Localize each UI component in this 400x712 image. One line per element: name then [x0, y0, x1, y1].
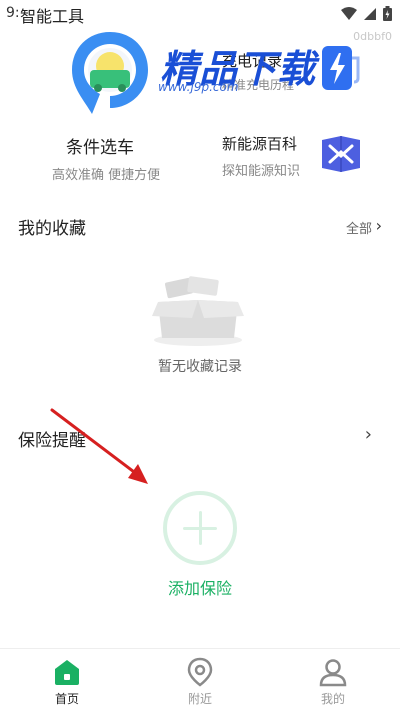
charging-station-icon[interactable]: [320, 44, 364, 92]
wifi-icon: [341, 6, 357, 20]
watermark-logo-icon: [72, 32, 148, 114]
status-icons: [341, 6, 392, 21]
tab-mine[interactable]: 我的: [266, 649, 400, 712]
tool-card-new-energy-wiki[interactable]: 新能源百科 探知能源知识: [222, 133, 300, 179]
add-insurance-button[interactable]: [163, 491, 237, 565]
location-pin-icon: [187, 657, 213, 687]
status-time: 9:: [6, 5, 20, 21]
tab-label: 附近: [187, 692, 212, 706]
chevron-right-icon[interactable]: ›: [365, 424, 372, 445]
user-icon: [319, 659, 347, 687]
tab-home[interactable]: 首页: [0, 649, 134, 712]
home-icon: [55, 660, 79, 685]
tool-card-car-filter[interactable]: 条件选车 高效准确 便捷方便: [52, 133, 160, 183]
bottom-tab-bar: 首页 附近 我的: [0, 648, 400, 712]
page-title: 智能工具: [20, 7, 85, 26]
tab-label: 我的: [320, 692, 345, 706]
plus-icon-vertical: [199, 511, 202, 545]
favorites-empty-text: 暂无收藏记录: [158, 359, 242, 375]
tool-subtitle: 高效准确 便捷方便: [52, 168, 161, 183]
faint-code-text: 0dbbf0: [353, 30, 392, 43]
battery-icon: [383, 6, 392, 21]
chevron-right-icon[interactable]: ›: [376, 216, 382, 235]
tab-nearby[interactable]: 附近: [133, 649, 267, 712]
watermark-url: www.j9p.com: [158, 80, 239, 94]
tab-label: 首页: [54, 692, 79, 706]
tool-title: 新能源百科: [222, 135, 298, 153]
tool-subtitle: 探知能源知识: [222, 164, 301, 179]
tool-title: 条件选车: [66, 138, 134, 158]
favorites-title: 我的收藏: [18, 219, 86, 239]
red-arrow-annotation: [50, 408, 148, 484]
book-icon[interactable]: [320, 132, 362, 174]
signal-icon: [364, 7, 376, 20]
favorites-all-link[interactable]: 全部: [346, 218, 372, 237]
add-insurance-label[interactable]: 添加保险: [0, 575, 400, 599]
empty-box-icon: [152, 276, 244, 346]
